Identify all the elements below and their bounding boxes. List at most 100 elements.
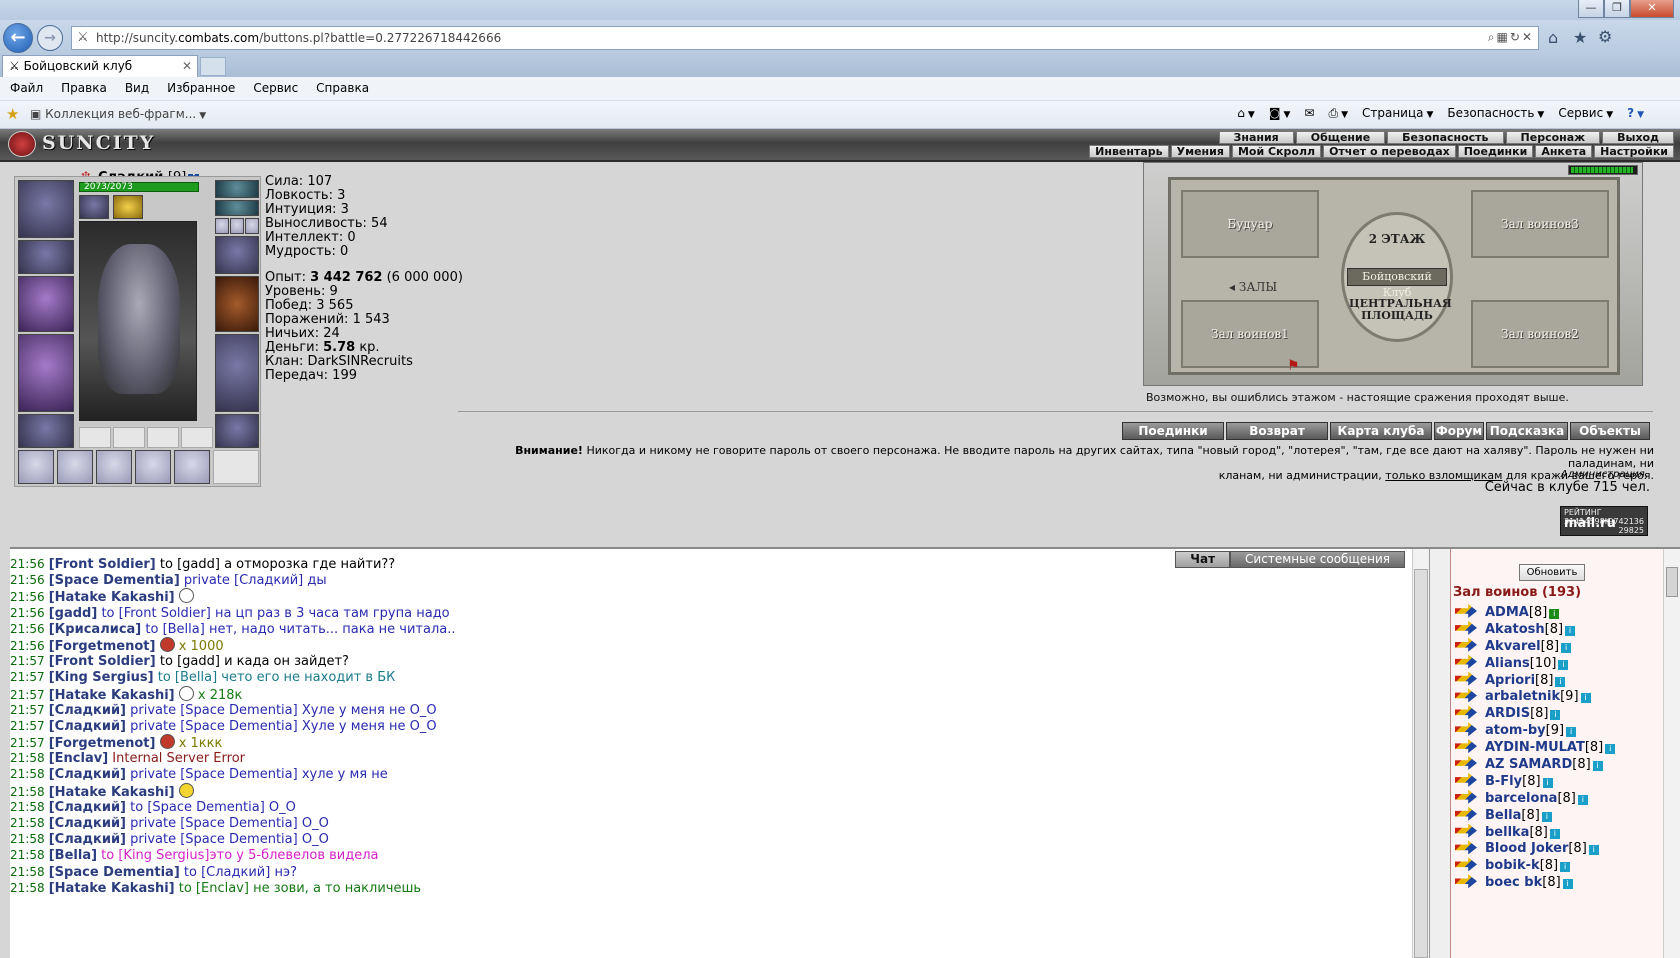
info-icon[interactable]: i <box>1577 794 1588 805</box>
private-message-arrow-icon[interactable] <box>1455 806 1477 821</box>
armor-slot[interactable] <box>18 334 74 412</box>
link-inventory[interactable]: Инвентарь <box>1089 145 1169 158</box>
player-name[interactable]: B-Fly <box>1485 774 1522 789</box>
info-icon[interactable]: i <box>1592 761 1603 772</box>
link-transfer-report[interactable]: Отчет о переводах <box>1323 145 1456 158</box>
player-name[interactable]: barcelona <box>1485 791 1557 806</box>
link-profile[interactable]: Анкета <box>1535 145 1593 158</box>
private-message-arrow-icon[interactable] <box>1455 705 1477 720</box>
info-icon[interactable]: i <box>1549 828 1560 839</box>
info-icon[interactable]: i <box>1588 845 1599 856</box>
player-name[interactable]: boec bk <box>1485 875 1542 890</box>
link-knowledge[interactable]: Знания <box>1218 131 1294 144</box>
rune-slot-3[interactable] <box>147 427 179 448</box>
ring1-slot[interactable] <box>215 218 229 234</box>
scroll-slot-1[interactable] <box>18 450 54 484</box>
chat-nick[interactable]: [Front Soldier] <box>49 557 156 572</box>
menu-tools[interactable]: Сервис <box>243 77 306 95</box>
link-character[interactable]: Персонаж <box>1505 131 1601 144</box>
private-message-arrow-icon[interactable] <box>1455 604 1477 618</box>
chat-nick[interactable]: [Сладкий] <box>49 767 126 782</box>
link-communication[interactable]: Общение <box>1295 131 1386 144</box>
chat-nick[interactable]: [Front Soldier] <box>49 654 156 669</box>
gloves-slot[interactable] <box>215 236 259 274</box>
info-icon[interactable]: i <box>1542 777 1553 788</box>
menu-favorites[interactable]: Избранное <box>157 77 243 95</box>
belt-slot[interactable] <box>18 414 74 448</box>
room-hall3[interactable]: Зал воинов3 <box>1471 190 1609 258</box>
bracers-slot[interactable] <box>18 240 74 274</box>
private-message-arrow-icon[interactable] <box>1455 739 1477 754</box>
player-name[interactable]: ARDIS <box>1485 706 1530 721</box>
refresh-button[interactable]: Обновить <box>1519 564 1585 581</box>
earrings-slot[interactable] <box>215 200 259 216</box>
player-name[interactable]: Blood Joker <box>1485 841 1568 856</box>
battles-button[interactable]: Поединки <box>1122 422 1224 440</box>
private-message-arrow-icon[interactable] <box>1455 772 1477 787</box>
info-icon[interactable]: i <box>1550 710 1561 721</box>
halls-link[interactable]: ◂ ЗАЛЫ <box>1229 280 1277 294</box>
print-icon[interactable]: ⎙ ▼ <box>1328 106 1348 121</box>
chat-nick[interactable]: [Сладкий] <box>49 800 126 815</box>
page-menu[interactable]: Страница ▼ <box>1362 106 1433 121</box>
menu-file[interactable]: Файл <box>0 77 51 95</box>
rune-slot-2[interactable] <box>113 427 145 448</box>
player-name[interactable]: Apriori <box>1485 673 1535 688</box>
player-name[interactable]: bobik-k <box>1485 858 1540 873</box>
menu-help[interactable]: Справка <box>306 77 377 95</box>
boots-slot[interactable] <box>215 414 259 448</box>
link-battles[interactable]: Поединки <box>1457 145 1534 158</box>
link-skills[interactable]: Умения <box>1170 145 1230 158</box>
leggings-slot[interactable] <box>215 334 259 412</box>
amulet-slot[interactable] <box>215 180 259 198</box>
player-name[interactable]: Alians <box>1485 656 1530 671</box>
minimize-button[interactable]: — <box>1578 0 1604 18</box>
info-icon[interactable]: i <box>1565 625 1576 636</box>
player-name[interactable]: arbaletnik <box>1485 689 1560 704</box>
buff-gold-icon[interactable] <box>113 195 143 219</box>
info-icon[interactable]: i <box>1541 811 1552 822</box>
chat-nick[interactable]: [Space Dementia] <box>49 865 180 880</box>
return-button[interactable]: Возврат <box>1226 422 1328 440</box>
chat-nick[interactable]: [gadd] <box>49 606 98 621</box>
favorites-star-icon[interactable]: ★ <box>6 105 19 123</box>
link-settings[interactable]: Настройки <box>1594 145 1674 158</box>
close-window-button[interactable]: ✕ <box>1630 0 1674 18</box>
character-avatar[interactable] <box>79 221 197 421</box>
close-tab-icon[interactable]: ✕ <box>182 59 192 73</box>
private-message-arrow-icon[interactable] <box>1455 620 1477 635</box>
player-name[interactable]: atom-by <box>1485 723 1546 738</box>
weapon-slot[interactable] <box>18 276 74 332</box>
private-message-arrow-icon[interactable] <box>1455 789 1477 804</box>
chat-nick[interactable]: [Сладкий] <box>49 832 126 847</box>
favorites-star-icon[interactable]: ★ <box>1573 28 1587 47</box>
stop-icon[interactable]: ✕ <box>1522 30 1534 44</box>
maximize-button[interactable]: ❐ <box>1604 0 1630 18</box>
rune-slot-4[interactable] <box>181 427 213 448</box>
chat-nick[interactable]: [Enclav] <box>49 751 108 766</box>
chat-nick[interactable]: [Сладкий] <box>49 719 126 734</box>
player-name[interactable]: AZ SAMARD <box>1485 757 1572 772</box>
room-boudoir[interactable]: Будуар <box>1181 190 1319 258</box>
web-slice-gallery-link[interactable]: ▣ Коллекция веб-фрагм... ▼ <box>30 107 206 121</box>
private-message-arrow-icon[interactable] <box>1455 823 1477 838</box>
ring2-slot[interactable] <box>230 218 244 234</box>
chat-scrollbar[interactable] <box>1412 549 1429 958</box>
new-tab-button[interactable] <box>200 57 226 76</box>
ring3-slot[interactable] <box>245 218 259 234</box>
chat-nick[interactable]: [Крисалиса] <box>49 622 142 637</box>
info-icon[interactable]: i <box>1549 609 1560 619</box>
private-message-arrow-icon[interactable] <box>1455 637 1477 652</box>
scroll-slot-6[interactable] <box>213 450 259 484</box>
address-controls[interactable]: ⌕▦↻✕ <box>1488 30 1534 45</box>
chat-nick[interactable]: [Hatake Kakashi] <box>49 688 175 703</box>
info-icon[interactable]: i <box>1561 642 1572 653</box>
mail-icon[interactable]: ✉ <box>1304 106 1314 121</box>
link-exit[interactable]: Выход <box>1602 131 1674 144</box>
fight-club-link[interactable]: Бойцовский Клуб <box>1347 268 1447 299</box>
tab-chat[interactable]: Чат <box>1175 551 1231 568</box>
player-name[interactable]: ADMA <box>1485 605 1529 620</box>
info-icon[interactable]: i <box>1605 744 1616 755</box>
chat-nick[interactable]: [Bella] <box>49 848 97 863</box>
safety-menu[interactable]: Безопасность ▼ <box>1447 106 1544 121</box>
